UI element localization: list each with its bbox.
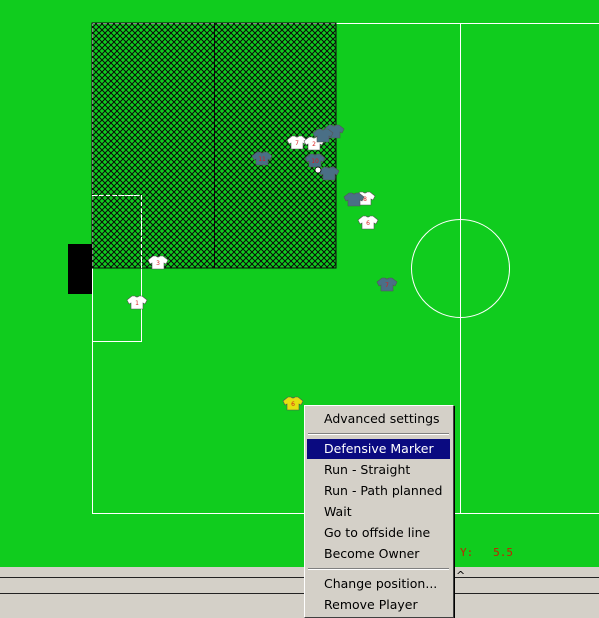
bottom-divider bbox=[0, 577, 599, 578]
away-player[interactable]: 7 bbox=[376, 277, 398, 292]
menu-item-go-to-offside-line[interactable]: Go to offside line bbox=[307, 523, 450, 543]
pitch-drawing: 7 2863111 1076 bbox=[68, 22, 599, 514]
menu-item-advanced-settings[interactable]: Advanced settings bbox=[307, 409, 450, 429]
menu-item-run-path-planned[interactable]: Run - Path planned bbox=[307, 481, 450, 501]
ball[interactable] bbox=[314, 166, 322, 174]
menu-separator bbox=[308, 433, 449, 435]
home-player[interactable]: 1 bbox=[126, 295, 148, 310]
shirt-number: 10 bbox=[311, 158, 319, 165]
shirt-number: 7 bbox=[385, 282, 389, 289]
menu-item-become-owner[interactable]: Become Owner bbox=[307, 544, 450, 564]
shirt-number: 11 bbox=[258, 156, 266, 163]
shirt-number: 7 bbox=[295, 140, 299, 147]
menu-separator bbox=[308, 568, 449, 570]
home-player[interactable]: 6 bbox=[357, 215, 379, 230]
bottom-divider bbox=[0, 593, 599, 594]
menu-item-change-position[interactable]: Change position... bbox=[307, 574, 450, 594]
player-context-menu: Advanced settings Defensive Marker Run -… bbox=[304, 405, 454, 618]
shirt-number: 1 bbox=[135, 300, 139, 307]
selected-player[interactable]: 6 bbox=[282, 396, 304, 411]
shirt-number: 3 bbox=[156, 260, 160, 267]
shirt-number: 6 bbox=[291, 401, 295, 408]
menu-item-defensive-marker[interactable]: Defensive Marker bbox=[307, 439, 450, 459]
menu-item-wait[interactable]: Wait bbox=[307, 502, 450, 522]
caret-marker: ^ bbox=[456, 569, 466, 582]
menu-item-remove-player[interactable]: Remove Player bbox=[307, 595, 450, 615]
bottom-bar bbox=[0, 567, 599, 618]
menu-item-run-straight[interactable]: Run - Straight bbox=[307, 460, 450, 480]
y-label: Y: bbox=[460, 546, 474, 559]
pitch-canvas[interactable]: 7 2 8 6 3 1 11 10 7 6 bbox=[0, 0, 599, 567]
y-value: 5.5 bbox=[493, 546, 513, 559]
shirt-number: 2 bbox=[312, 141, 316, 148]
y-coordinate-readout: Y: 5.5 bbox=[460, 546, 513, 559]
shirt-number: 6 bbox=[366, 220, 370, 227]
goal bbox=[68, 244, 92, 294]
